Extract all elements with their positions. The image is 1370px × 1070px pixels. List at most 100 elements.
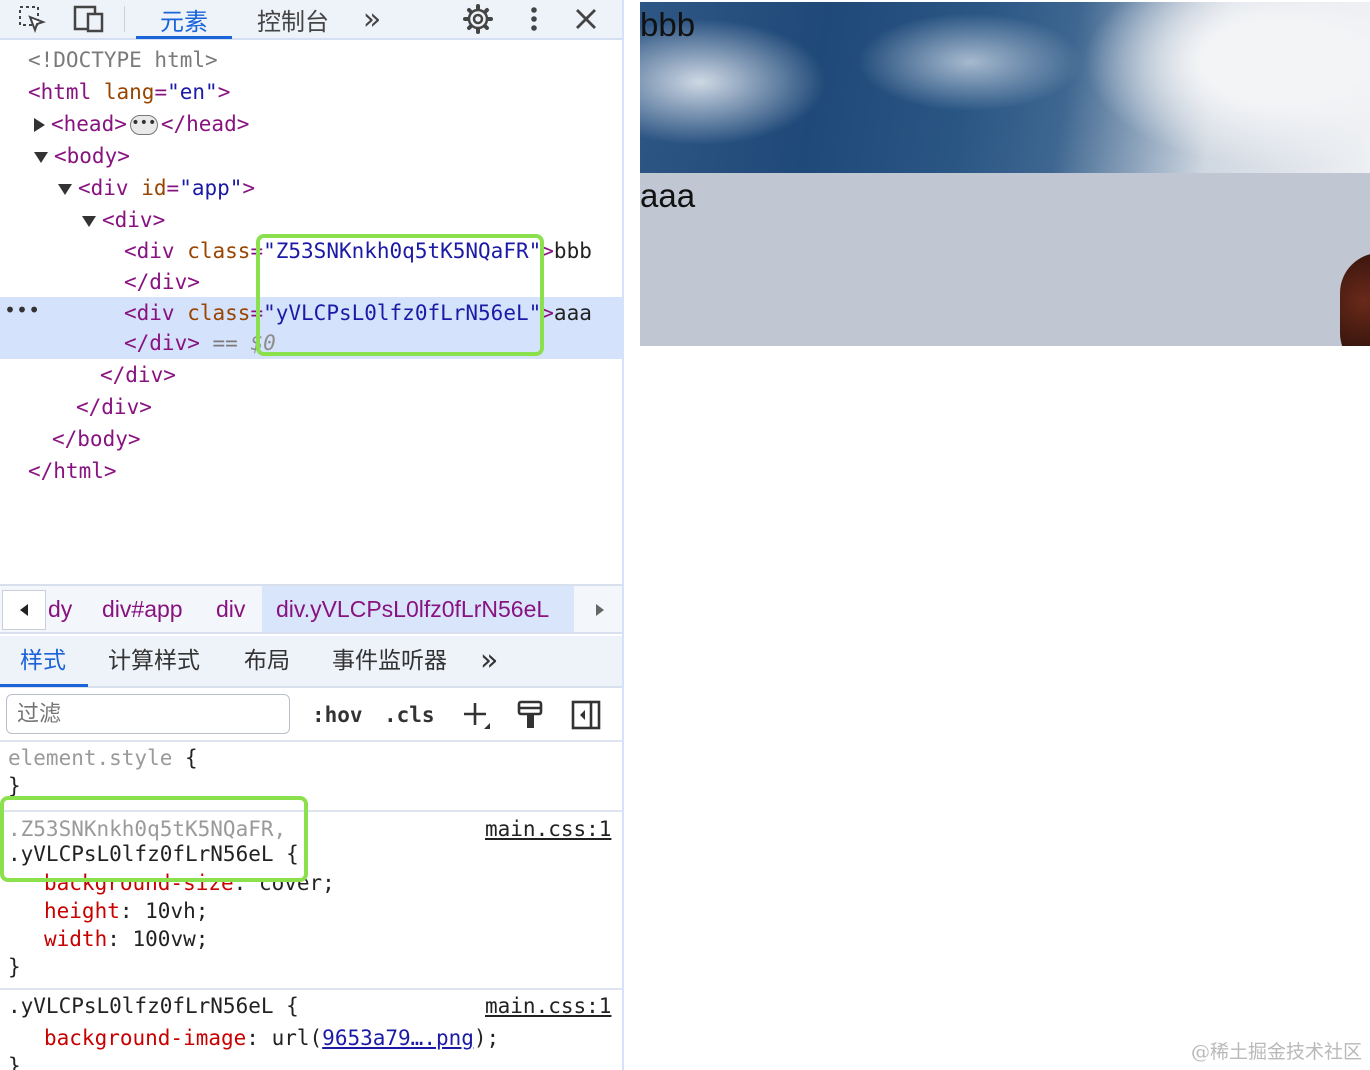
dom-body-open[interactable]: <body> [34,140,130,172]
rule1-selector-line2[interactable]: .yVLCPsL0lfz0fLrN56eL { [8,840,299,868]
rule1-prop-height[interactable]: height: 10vh; [44,897,208,925]
tab-console[interactable]: 控制台 [250,0,336,38]
rule1-close-brace: } [8,955,21,979]
dom-div-bbb-close[interactable]: </div> [124,266,200,298]
dom-html-close[interactable]: </html> [28,455,117,487]
watermark: @稀土掘金技术社区 [1190,1041,1362,1063]
rule1-prop-background-size[interactable]: background-size: cover; [44,869,335,897]
device-toggle-icon[interactable] [70,0,108,38]
html-lang-value: "en" [167,80,218,104]
rule1-prop-width[interactable]: width: 100vw; [44,925,208,953]
inspect-icon[interactable] [14,0,50,38]
block-text-bbb: bbb [640,6,696,43]
dom-div-bbb[interactable]: <div class="Z53SNKnkh0q5tK5NQaFR">bbb [124,235,592,267]
breadcrumb-scroll-left-icon[interactable] [2,590,46,630]
dom-div-wrapper[interactable]: <div> [82,204,165,236]
rule-divider [0,988,622,990]
dom-div-aaa[interactable]: <div class="yVLCPsL0lfz0fLrN56eL">aaa [124,297,592,329]
html-tag: <html [28,80,92,104]
expand-triangle-icon[interactable] [34,118,45,132]
html-bracket: > [217,80,231,104]
tab-styles[interactable]: 样式 [20,636,66,686]
row-actions-icon[interactable]: ••• [4,298,40,322]
tab-event-listeners[interactable]: 事件监听器 [332,636,447,686]
rule1-source-link[interactable]: main.css:1 [485,815,611,843]
prop-value: 10vh [145,899,196,923]
rule2-source-link[interactable]: main.css:1 [485,992,611,1020]
kebab-menu-icon[interactable] [520,0,548,38]
rule1-selector-dim: .Z53SNKnkh0q5tK5NQaFR, [8,817,287,841]
prop-name: background-size [44,871,234,895]
div1-text: bbb [553,239,592,263]
breadcrumb-item-div[interactable]: div [216,586,245,632]
new-rule-icon[interactable] [458,698,494,732]
gear-icon[interactable] [458,0,498,38]
dom-doctype[interactable]: <!DOCTYPE html> [28,44,218,76]
rule2-selector-line[interactable]: .yVLCPsL0lfz0fLrN56eL { [8,992,299,1020]
collapsed-ellipsis-icon[interactable]: ••• [129,115,158,135]
dom-div-aaa-close[interactable]: </div> == $0 [124,327,276,359]
rule1-close: } [8,953,21,981]
devtools-panel: 元素 控制台 » ••• <!DOCTYPE html> <html lang=… [0,0,624,1070]
div2-text: aaa [553,301,592,325]
html-lang-attr: lang [103,80,155,104]
div1-class-value: "Z53SNKnkh0q5tK5NQaFR" [263,239,542,263]
tab-computed[interactable]: 计算样式 [108,636,200,686]
collapse-triangle-icon[interactable] [58,183,72,195]
div-app-tag: <div [78,176,129,200]
block-text-aaa: aaa [640,177,696,214]
paint-brush-icon[interactable] [512,698,548,732]
prop-name: width [44,927,108,951]
rule2-prop-background-image[interactable]: background-image: url(9653a79….png); [44,1024,499,1052]
dom-div-app[interactable]: <div id="app"> [58,172,255,204]
rule1-selector-line1[interactable]: .Z53SNKnkh0q5tK5NQaFR, [8,815,286,843]
breadcrumb-scroll-right-icon[interactable] [578,590,622,630]
div-wrapper-tag: <div> [102,208,166,232]
collapse-triangle-icon[interactable] [82,215,96,227]
dom-div-app-close[interactable]: </div> [76,391,152,423]
background-image-url-link[interactable]: 9653a79….png [322,1026,474,1050]
div-wrapper-close-tag: </div> [100,363,176,387]
prop-value: cover [258,871,323,895]
tab-elements[interactable]: 元素 [136,0,232,38]
grey-background-block: aaa [640,173,1370,346]
close-icon[interactable] [568,0,604,38]
more-tabs-icon[interactable]: » [352,0,392,38]
more-subtabs-icon[interactable]: » [480,636,498,686]
breadcrumb: dy div#app div div.yVLCPsL0lfz0fLrN56eL [0,584,622,634]
toggle-sidebar-icon[interactable] [568,698,604,732]
dom-body-close[interactable]: </body> [52,423,141,455]
div1-tag: <div [124,239,175,263]
collapse-triangle-icon[interactable] [34,151,48,163]
styles-filter-bar: :hov .cls [0,690,622,742]
body-open-tag: <body> [54,144,130,168]
breadcrumb-item-div-app[interactable]: div#app [102,586,183,632]
div-app-attr: id [141,176,167,200]
rule1-selector: .yVLCPsL0lfz0fLrN56eL [8,842,274,866]
active-tab-indicator [136,36,232,39]
cls-toggle-button[interactable]: .cls [384,698,435,732]
element-style-selector: element.style [8,746,173,770]
head-open-tag: <head> [51,112,127,136]
rule2-selector: .yVLCPsL0lfz0fLrN56eL [8,994,274,1018]
dom-div-wrapper-close[interactable]: </div> [100,359,176,391]
filter-input[interactable] [6,694,290,734]
url-prefix: url( [271,1026,323,1050]
dom-head[interactable]: <head> ••• </head> [34,108,249,140]
tab-layout[interactable]: 布局 [244,636,290,686]
div-app-value: "app" [179,176,243,200]
hov-toggle-button[interactable]: :hov [312,698,363,732]
page-viewport: bbb aaa [640,2,1370,346]
breadcrumb-item-current[interactable]: div.yVLCPsL0lfz0fLrN56eL [262,586,574,632]
element-style-open-brace: { [185,746,198,770]
prop-value: 100vw [132,927,196,951]
element-style-rule[interactable]: element.style { [8,744,198,772]
breadcrumb-item-body[interactable]: dy [48,586,72,632]
rule1-open-brace: { [286,842,299,866]
toolbar-separator [124,6,125,32]
div2-class-value: "yVLCPsL0lfz0fLrN56eL" [263,301,542,325]
dom-html-open[interactable]: <html lang="en"> [28,76,230,108]
div2-close-tag: </div> [124,331,200,355]
doctype-text: <!DOCTYPE html> [28,48,218,72]
element-style-close: } [8,772,21,800]
